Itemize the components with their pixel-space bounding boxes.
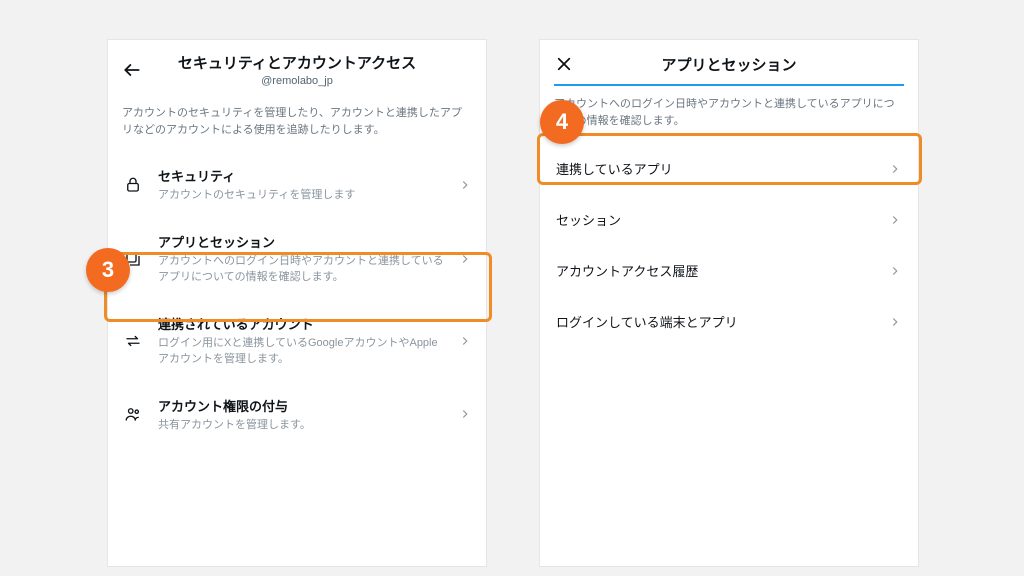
panel-apps-sessions: アプリとセッション アカウントへのログイン日時やアカウントと連携しているアプリに… xyxy=(539,39,919,567)
chevron-right-icon xyxy=(888,315,902,329)
row-label: セッション xyxy=(556,210,621,229)
row-label: 連携しているアプリ xyxy=(556,159,673,178)
people-icon xyxy=(122,403,144,425)
row-connected-apps[interactable]: 連携しているアプリ xyxy=(540,143,918,194)
page-title: セキュリティとアカウントアクセス xyxy=(156,52,438,73)
nav-title: 連携されているアカウント xyxy=(158,314,444,333)
row-label: ログインしている端末とアプリ xyxy=(556,312,738,331)
nav-item-delegate[interactable]: アカウント権限の付与 共有アカウントを管理します。 xyxy=(108,382,486,448)
nav-desc: 共有アカウントを管理します。 xyxy=(158,417,444,434)
nav-desc: ログイン用にXと連携しているGoogleアカウントやAppleアカウントを管理し… xyxy=(158,335,444,368)
intro-text: アカウントへのログイン日時やアカウントと連携しているアプリについての情報を確認し… xyxy=(540,86,918,143)
header-left: セキュリティとアカウントアクセス @remolabo_jp xyxy=(108,40,486,95)
nav-desc: アカウントのセキュリティを管理します xyxy=(158,187,444,204)
nav-item-connected-accounts[interactable]: 連携されているアカウント ログイン用にXと連携しているGoogleアカウントやA… xyxy=(108,300,486,382)
chevron-right-icon xyxy=(888,264,902,278)
row-logged-in-devices[interactable]: ログインしている端末とアプリ xyxy=(540,296,918,347)
lock-icon xyxy=(122,174,144,196)
nav-item-security[interactable]: セキュリティ アカウントのセキュリティを管理します xyxy=(108,152,486,218)
header-center: セキュリティとアカウントアクセス @remolabo_jp xyxy=(156,52,438,87)
nav-body: セキュリティ アカウントのセキュリティを管理します xyxy=(158,166,444,204)
intro-text: アカウントのセキュリティを管理したり、アカウントと連携したアプリなどのアカウント… xyxy=(108,95,486,152)
nav-body: 連携されているアカウント ログイン用にXと連携しているGoogleアカウントやA… xyxy=(158,314,444,368)
nav-title: セキュリティ xyxy=(158,166,444,185)
nav-item-apps-sessions[interactable]: アプリとセッション アカウントへのログイン日時やアカウントと連携しているアプリに… xyxy=(108,218,486,300)
chevron-right-icon xyxy=(458,334,472,348)
account-handle: @remolabo_jp xyxy=(156,75,438,87)
nav-title: アプリとセッション xyxy=(158,232,444,251)
close-icon[interactable] xyxy=(552,52,576,76)
swap-icon xyxy=(122,330,144,352)
step-badge-4: 4 xyxy=(540,100,584,144)
nav-body: アプリとセッション アカウントへのログイン日時やアカウントと連携しているアプリに… xyxy=(158,232,444,286)
panel-security-access: セキュリティとアカウントアクセス @remolabo_jp アカウントのセキュリ… xyxy=(107,39,487,567)
row-sessions[interactable]: セッション xyxy=(540,194,918,245)
step-badge-3: 3 xyxy=(86,248,130,292)
row-label: アカウントアクセス履歴 xyxy=(556,261,698,280)
row-access-history[interactable]: アカウントアクセス履歴 xyxy=(540,245,918,296)
header-center: アプリとセッション xyxy=(588,54,870,75)
nav-title: アカウント権限の付与 xyxy=(158,396,444,415)
nav-desc: アカウントへのログイン日時やアカウントと連携しているアプリについての情報を確認し… xyxy=(158,253,444,286)
back-arrow-icon[interactable] xyxy=(120,58,144,82)
header-right: アプリとセッション xyxy=(540,40,918,84)
chevron-right-icon xyxy=(458,252,472,266)
chevron-right-icon xyxy=(458,178,472,192)
chevron-right-icon xyxy=(458,407,472,421)
chevron-right-icon xyxy=(888,162,902,176)
nav-body: アカウント権限の付与 共有アカウントを管理します。 xyxy=(158,396,444,434)
page-title: アプリとセッション xyxy=(588,54,870,75)
chevron-right-icon xyxy=(888,213,902,227)
